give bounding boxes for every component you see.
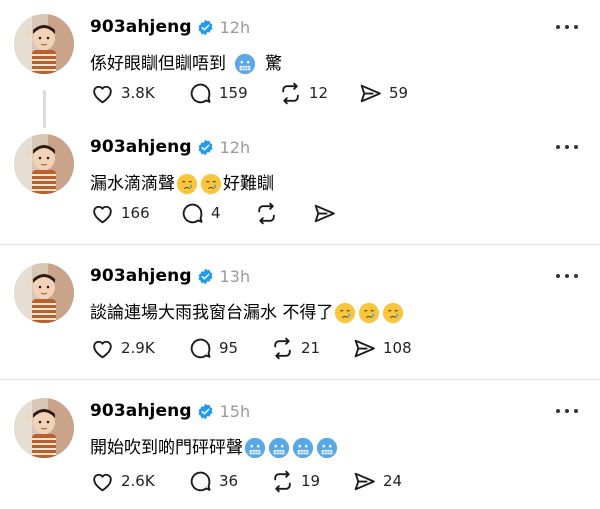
cold-face-emoji-icon bbox=[268, 437, 290, 459]
verified-badge-icon bbox=[197, 139, 214, 156]
post-time: 13h bbox=[219, 266, 251, 286]
post-text: 係好眼瞓但瞓唔到 驚 bbox=[90, 52, 282, 76]
more-options-icon[interactable] bbox=[556, 18, 578, 36]
cold-face-emoji-icon bbox=[234, 53, 256, 75]
reply-count: 95 bbox=[219, 339, 239, 357]
crying-face-emoji-icon bbox=[358, 302, 380, 324]
like-count: 2.9K bbox=[121, 339, 155, 357]
repost-button[interactable]: 21 bbox=[270, 335, 320, 361]
post-text-main: 漏水滴滴聲 bbox=[90, 174, 175, 194]
post-time: 12h bbox=[219, 17, 251, 37]
reply-count: 159 bbox=[219, 84, 248, 102]
like-count: 2.6K bbox=[121, 472, 155, 490]
avatar[interactable] bbox=[14, 263, 74, 323]
repost-button[interactable]: 12 bbox=[278, 80, 328, 106]
share-button[interactable]: 59 bbox=[358, 80, 408, 106]
crying-face-emoji-icon bbox=[200, 173, 222, 195]
repost-button[interactable] bbox=[254, 200, 279, 226]
thread-connector-line bbox=[43, 90, 46, 128]
reply-button[interactable]: 95 bbox=[188, 335, 238, 361]
reply-button[interactable]: 36 bbox=[188, 468, 238, 494]
verified-badge-icon bbox=[197, 403, 214, 420]
username[interactable]: 903ahjeng bbox=[90, 266, 192, 286]
username[interactable]: 903ahjeng bbox=[90, 137, 192, 157]
post-text: 談論連場大雨我窗台漏水 不得了 bbox=[90, 301, 405, 325]
repost-count: 21 bbox=[301, 339, 321, 357]
share-count: 59 bbox=[389, 84, 409, 102]
like-count: 3.8K bbox=[121, 84, 155, 102]
like-button[interactable]: 2.9K bbox=[90, 335, 155, 361]
avatar[interactable] bbox=[14, 134, 74, 194]
like-count: 166 bbox=[121, 204, 150, 222]
share-count: 24 bbox=[383, 472, 403, 490]
like-button[interactable]: 3.8K bbox=[90, 80, 155, 106]
like-button[interactable]: 2.6K bbox=[90, 468, 155, 494]
avatar[interactable] bbox=[14, 14, 74, 74]
username[interactable]: 903ahjeng bbox=[90, 17, 192, 37]
post-text-main: 談論連場大雨我窗台漏水 不得了 bbox=[90, 303, 334, 323]
like-button[interactable]: 166 bbox=[90, 200, 150, 226]
repost-count: 12 bbox=[309, 84, 329, 102]
crying-face-emoji-icon bbox=[334, 302, 356, 324]
share-count: 108 bbox=[383, 339, 412, 357]
verified-badge-icon bbox=[197, 268, 214, 285]
cold-face-emoji-icon bbox=[244, 437, 266, 459]
avatar[interactable] bbox=[14, 398, 74, 458]
post-time: 12h bbox=[219, 137, 251, 157]
post-text: 漏水滴滴聲 好難瞓 bbox=[90, 172, 274, 196]
crying-face-emoji-icon bbox=[382, 302, 404, 324]
post-text-tail: 好難瞓 bbox=[223, 174, 274, 194]
share-button[interactable]: 24 bbox=[352, 468, 402, 494]
repost-button[interactable]: 19 bbox=[270, 468, 320, 494]
repost-count: 19 bbox=[301, 472, 321, 490]
more-options-icon[interactable] bbox=[556, 267, 578, 285]
crying-face-emoji-icon bbox=[176, 173, 198, 195]
reply-count: 36 bbox=[219, 472, 239, 490]
post-text: 開始吹到啲門砰砰聲 bbox=[90, 436, 339, 460]
post-divider bbox=[0, 244, 600, 245]
reply-button[interactable]: 159 bbox=[188, 80, 248, 106]
post-time: 15h bbox=[219, 401, 251, 421]
cold-face-emoji-icon bbox=[292, 437, 314, 459]
post-text-main: 開始吹到啲門砰砰聲 bbox=[90, 438, 243, 458]
post-divider bbox=[0, 379, 600, 380]
reply-count: 4 bbox=[211, 204, 221, 222]
more-options-icon[interactable] bbox=[556, 402, 578, 420]
more-options-icon[interactable] bbox=[556, 138, 578, 156]
cold-face-emoji-icon bbox=[316, 437, 338, 459]
username[interactable]: 903ahjeng bbox=[90, 401, 192, 421]
post-text-main: 係好眼瞓但瞓唔到 bbox=[90, 54, 226, 74]
verified-badge-icon bbox=[197, 19, 214, 36]
post-text-tail: 驚 bbox=[265, 54, 282, 74]
reply-button[interactable]: 4 bbox=[180, 200, 221, 226]
share-button[interactable]: 108 bbox=[352, 335, 412, 361]
share-button[interactable] bbox=[312, 200, 337, 226]
